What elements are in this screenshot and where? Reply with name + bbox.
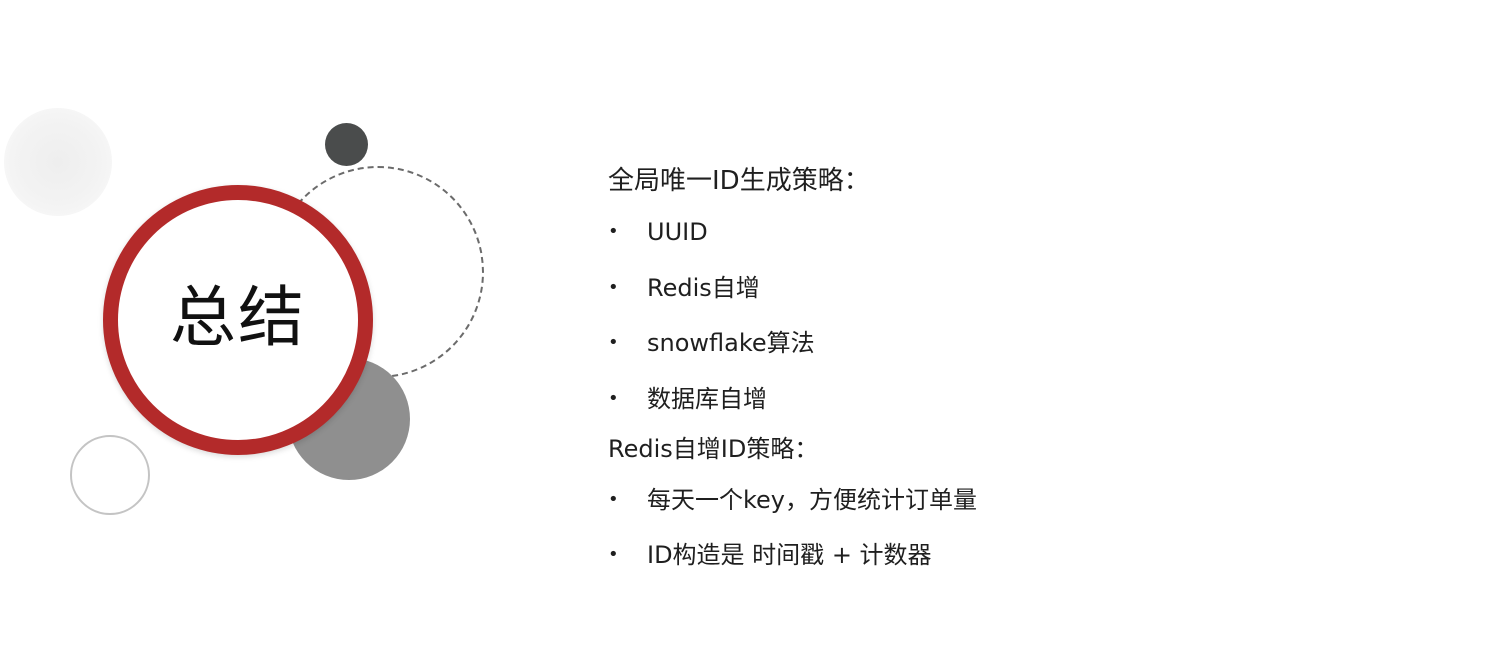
list-item-text: UUID xyxy=(647,218,708,246)
slide-title: 总结 xyxy=(170,279,306,356)
global-id-strategy-list: • UUID • Redis自增 • snowflake算法 • 数据库自增 xyxy=(608,215,1308,416)
list-item: • ID构造是 时间戳 + 计数器 xyxy=(608,538,1308,572)
bullet-dot-icon: • xyxy=(608,488,619,510)
bullet-dot-icon: • xyxy=(608,387,619,409)
list-item-text: 数据库自增 xyxy=(647,384,767,413)
list-item: • snowflake算法 xyxy=(608,326,1308,360)
section-heading-redis-id: Redis自增ID策略： xyxy=(608,434,819,463)
list-item: • Redis自增 xyxy=(608,271,1308,305)
list-item-text: ID构造是 时间戳 + 计数器 xyxy=(647,541,932,569)
list-item: • UUID xyxy=(608,215,1308,249)
section-heading-global-id: 全局唯一ID生成策略： xyxy=(608,166,870,196)
bullet-dot-icon: • xyxy=(608,221,619,242)
summary-content: 全局唯一ID生成策略： • UUID • Redis自增 • snowflake… xyxy=(608,158,1308,594)
list-item: • 数据库自增 xyxy=(608,382,1308,416)
decorative-soft-circle xyxy=(4,108,112,216)
list-item-text: snowflake算法 xyxy=(647,329,815,357)
bullet-dot-icon: • xyxy=(608,544,619,565)
list-item-text: Redis自增 xyxy=(647,273,760,302)
redis-id-strategy-list: • 每天一个key，方便统计订单量 • ID构造是 时间戳 + 计数器 xyxy=(608,483,1308,573)
list-item-text: 每天一个key，方便统计订单量 xyxy=(647,485,978,514)
title-ring: 总结 xyxy=(103,185,373,455)
slide: 总结 全局唯一ID生成策略： • UUID • Redis自增 • snowfl… xyxy=(0,0,1492,648)
bullet-dot-icon: • xyxy=(608,332,619,353)
bullet-dot-icon: • xyxy=(608,276,619,298)
list-item: • 每天一个key，方便统计订单量 xyxy=(608,483,1308,517)
decorative-dark-dot xyxy=(325,123,368,166)
decorative-small-ring xyxy=(70,435,150,515)
